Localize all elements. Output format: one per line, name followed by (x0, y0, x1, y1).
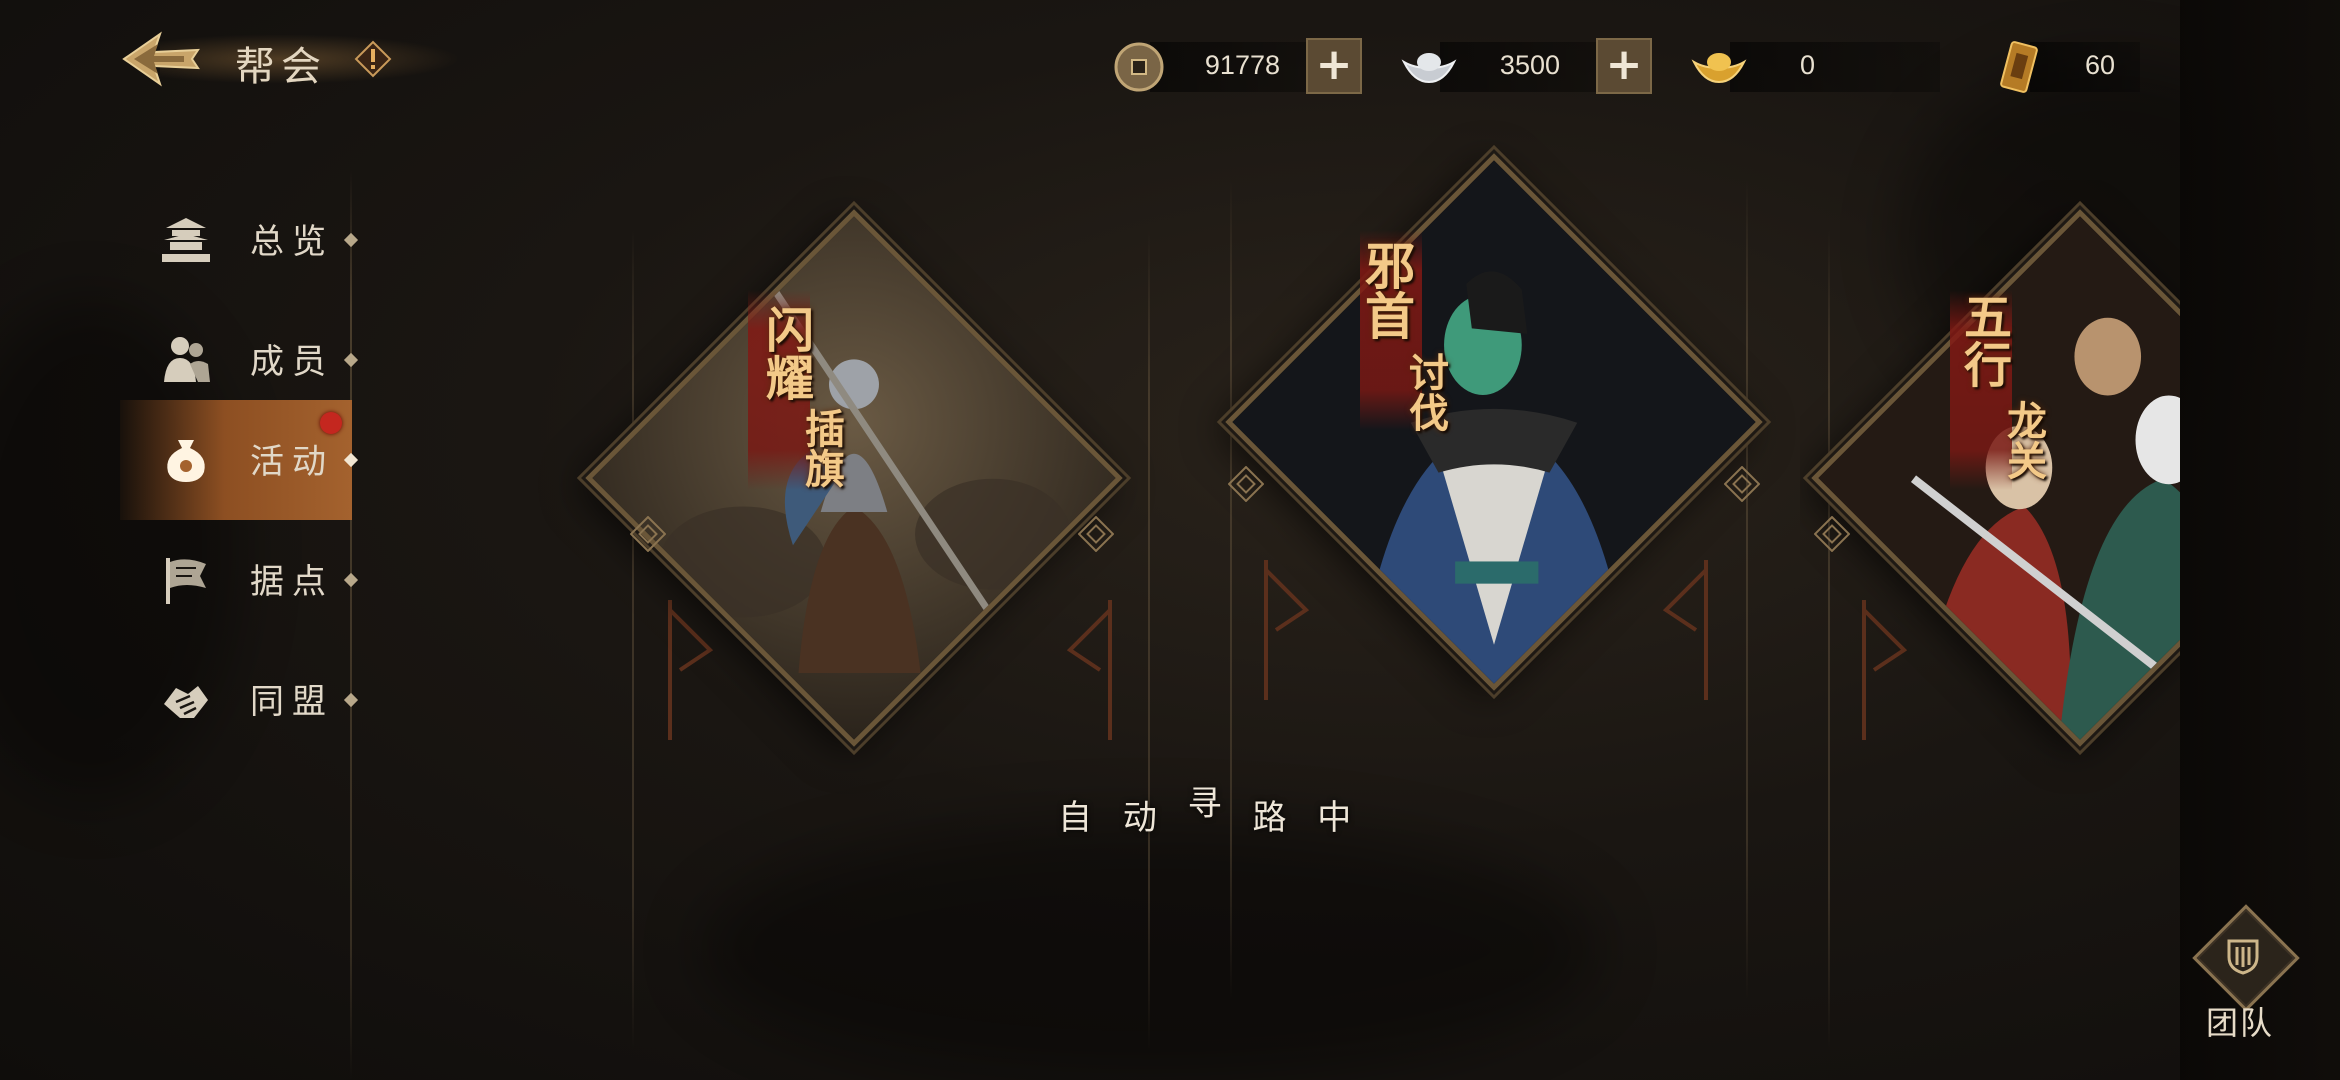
currency-value: 60 (2084, 50, 2115, 80)
copper-coin-icon (1114, 42, 1164, 92)
currency-value: 3500 (1499, 50, 1560, 80)
pouch-icon (167, 440, 205, 482)
corner-ornament (1724, 466, 1760, 502)
status-char: 自 (1058, 798, 1102, 838)
sidebar-item-label: 活动 (250, 442, 334, 482)
card-title-sub: 插旗 (798, 408, 845, 488)
currency-token: 60 (1990, 32, 2140, 102)
activity-card-hunt[interactable]: 邪首 讨伐 (1200, 153, 1780, 1050)
corner-ornament (1228, 466, 1264, 502)
card-title-main: 闪耀 (757, 305, 813, 401)
currency-gold: 0 (1690, 32, 1940, 102)
currency-value: 91778 (1204, 50, 1280, 80)
status-char: 动 (1122, 798, 1167, 838)
currency-copper: 91778 + (1110, 32, 1362, 102)
card-title-main: 五行 (1955, 292, 2011, 388)
corner-ornament (1814, 516, 1850, 552)
card-title-sub: 讨伐 (1402, 352, 1449, 432)
team-button[interactable]: 团队 (2190, 904, 2300, 1048)
card-title-main: 邪首 (1357, 240, 1416, 340)
exclamation-icon[interactable] (354, 40, 392, 78)
flag-icon (166, 558, 206, 604)
auto-pathing-status: 自 动 寻 路 中 (1058, 784, 1362, 839)
handshake-icon (164, 686, 208, 718)
pagoda-icon (162, 218, 210, 262)
currency-silver: 3500 + (1400, 32, 1652, 102)
members-icon (164, 337, 210, 382)
corner-ornament (630, 516, 666, 552)
sidebar-item-label: 总览 (250, 222, 334, 262)
sidebar-item-label: 据点 (250, 562, 334, 602)
sidebar-item-label: 成员 (250, 342, 334, 382)
add-copper-button[interactable]: + (1306, 38, 1362, 94)
activity-card-flag[interactable]: 闪耀 插旗 (585, 180, 1180, 1050)
sidebar-item-activities[interactable]: 活动 (120, 400, 359, 520)
sidebar-item-alliance[interactable]: 同盟 (120, 640, 359, 760)
sidebar-item-strongholds[interactable]: 据点 (120, 520, 359, 640)
status-char: 寻 (1187, 784, 1232, 824)
nav-marker (343, 692, 359, 708)
sidebar: 总览 成员 活动 据点 同盟 (120, 180, 360, 1080)
add-silver-button[interactable]: + (1596, 38, 1652, 94)
back-arrow-icon[interactable] (120, 28, 200, 90)
gold-ingot-icon (1691, 53, 1747, 84)
team-label: 团队 (2206, 1004, 2275, 1042)
status-char: 路 (1252, 798, 1297, 838)
shield-icon (2227, 939, 2259, 975)
corner-ornament (1078, 516, 1114, 552)
page-title: 帮会 (235, 44, 327, 90)
notification-badge (320, 412, 342, 434)
token-icon (2000, 41, 2038, 93)
status-char: 中 (1317, 798, 1362, 838)
currency-value: 0 (1799, 50, 1815, 80)
currency-bar: 91778 + 3500 + 0 60 (1110, 32, 2140, 102)
nav-marker (343, 572, 359, 588)
nav-marker (343, 232, 359, 248)
card-title-sub: 龙关 (2000, 400, 2047, 480)
header-back[interactable]: 帮会 (120, 28, 460, 90)
sidebar-item-overview[interactable]: 总览 (120, 180, 359, 300)
silver-ingot-icon (1401, 53, 1457, 84)
sidebar-item-label: 同盟 (250, 682, 334, 722)
nav-marker (343, 452, 359, 468)
nav-marker (343, 352, 359, 368)
activity-card-five-elements[interactable]: 五行 龙关 (1800, 180, 2180, 1050)
